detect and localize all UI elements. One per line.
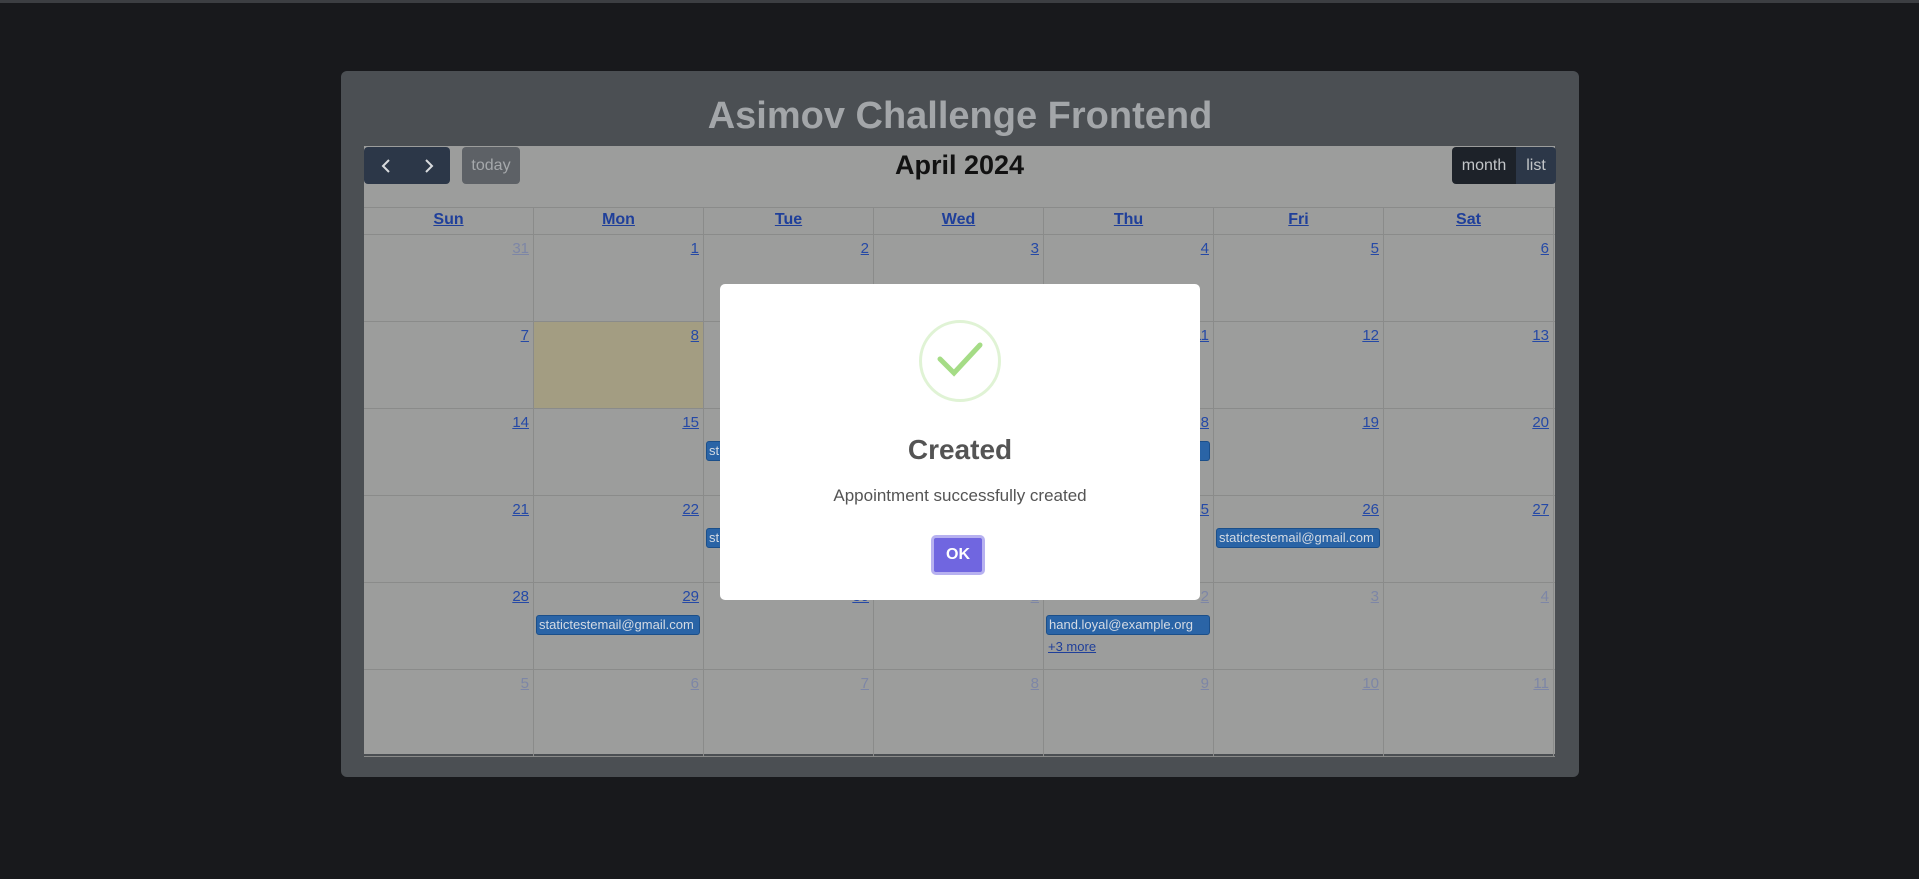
ok-button[interactable]: OK — [931, 535, 985, 575]
day-number-link[interactable]: 7 — [521, 327, 529, 344]
week-row: 5 6 7 8 9 10 11 — [364, 670, 1555, 757]
app-title: Asimov Challenge Frontend — [707, 95, 1213, 137]
day-number-link[interactable]: 4 — [1541, 588, 1549, 605]
day-cell[interactable]: 12 — [1214, 322, 1384, 408]
day-cell[interactable]: 15 — [534, 409, 704, 495]
day-number-link[interactable]: 15 — [682, 414, 699, 431]
day-cell[interactable]: 7 — [704, 670, 874, 756]
top-border — [0, 0, 1919, 3]
day-number-link[interactable]: 1 — [691, 240, 699, 257]
day-of-week-header: Sun Mon Tue Wed Thu Fri Sat — [364, 207, 1555, 235]
day-number-link[interactable]: 5 — [1371, 240, 1379, 257]
view-button-group: month list — [1452, 147, 1556, 184]
day-cell[interactable]: 8 — [534, 322, 704, 408]
calendar-event[interactable]: hand.loyal@example.org — [1046, 615, 1210, 635]
day-number-link[interactable]: 29 — [682, 588, 699, 605]
day-cell[interactable]: 6 — [1384, 235, 1554, 321]
day-header-fri[interactable]: Fri — [1214, 208, 1384, 234]
modal-message: Appointment successfully created — [833, 486, 1087, 505]
day-cell[interactable]: 13 — [1384, 322, 1554, 408]
day-header-sun[interactable]: Sun — [364, 208, 534, 234]
day-number-link[interactable]: 7 — [861, 675, 869, 692]
day-cell[interactable]: 19 — [1214, 409, 1384, 495]
calendar-event[interactable]: statictestemail@gmail.com — [1216, 528, 1380, 548]
calendar-title: April 2024 — [894, 150, 1025, 180]
day-cell[interactable]: 7 — [364, 322, 534, 408]
day-cell[interactable]: 11 — [1384, 670, 1554, 756]
day-cell[interactable]: 14 — [364, 409, 534, 495]
calendar-toolbar: today April 2024 month list — [364, 146, 1556, 206]
day-number-link[interactable]: 3 — [1031, 240, 1039, 257]
day-number-link[interactable]: 22 — [682, 501, 699, 518]
day-number-link[interactable]: 27 — [1532, 501, 1549, 518]
day-number-link[interactable]: 4 — [1201, 240, 1209, 257]
day-header-thu[interactable]: Thu — [1044, 208, 1214, 234]
day-number-link[interactable]: 8 — [1031, 675, 1039, 692]
day-cell[interactable]: 27 — [1384, 496, 1554, 582]
day-number-link[interactable]: 31 — [512, 240, 529, 257]
day-number-link[interactable]: 13 — [1532, 327, 1549, 344]
day-number-link[interactable]: 26 — [1362, 501, 1379, 518]
day-cell[interactable]: 9 — [1044, 670, 1214, 756]
day-cell[interactable]: 22 — [534, 496, 704, 582]
day-cell[interactable]: 8 — [874, 670, 1044, 756]
day-cell[interactable]: 4 — [1384, 583, 1554, 669]
day-number-link[interactable]: 14 — [512, 414, 529, 431]
day-number-link[interactable]: 19 — [1362, 414, 1379, 431]
day-cell[interactable]: 20 — [1384, 409, 1554, 495]
day-number-link[interactable]: 8 — [691, 327, 699, 344]
day-cell[interactable]: 1 — [534, 235, 704, 321]
day-cell[interactable]: 28 — [364, 583, 534, 669]
success-modal: Created Appointment successfully created… — [720, 284, 1200, 600]
day-number-link[interactable]: 12 — [1362, 327, 1379, 344]
day-number-link[interactable]: 2 — [861, 240, 869, 257]
modal-title: Created — [907, 434, 1013, 465]
list-view-button[interactable]: list — [1516, 147, 1556, 184]
day-number-link[interactable]: 28 — [512, 588, 529, 605]
day-header-mon[interactable]: Mon — [534, 208, 704, 234]
day-cell[interactable]: 3 — [1214, 583, 1384, 669]
more-events-link[interactable]: +3 more — [1048, 639, 1096, 654]
day-number-link[interactable]: 20 — [1532, 414, 1549, 431]
checkmark-icon — [937, 342, 983, 377]
day-cell[interactable]: 26 statictestemail@gmail.com — [1214, 496, 1384, 582]
day-number-link[interactable]: 11 — [1533, 675, 1549, 692]
day-number-link[interactable]: 2 — [1201, 588, 1209, 605]
day-number-link[interactable]: 10 — [1362, 675, 1379, 692]
day-cell[interactable]: 6 — [534, 670, 704, 756]
day-number-link[interactable]: 21 — [512, 501, 529, 518]
day-number-link[interactable]: 6 — [691, 675, 699, 692]
day-number-link[interactable]: 3 — [1371, 588, 1379, 605]
day-header-tue[interactable]: Tue — [704, 208, 874, 234]
day-cell[interactable]: 5 — [1214, 235, 1384, 321]
day-header-sat[interactable]: Sat — [1384, 208, 1554, 234]
day-cell[interactable]: 29 statictestemail@gmail.com — [534, 583, 704, 669]
day-cell[interactable]: 5 — [364, 670, 534, 756]
day-header-wed[interactable]: Wed — [874, 208, 1044, 234]
day-cell[interactable]: 21 — [364, 496, 534, 582]
day-number-link[interactable]: 9 — [1201, 675, 1209, 692]
day-cell[interactable]: 31 — [364, 235, 534, 321]
day-number-link[interactable]: 6 — [1541, 240, 1549, 257]
calendar-event[interactable]: statictestemail@gmail.com — [536, 615, 700, 635]
day-cell[interactable]: 10 — [1214, 670, 1384, 756]
success-circle — [919, 320, 1001, 402]
month-view-button[interactable]: month — [1452, 147, 1516, 184]
day-number-link[interactable]: 5 — [521, 675, 529, 692]
